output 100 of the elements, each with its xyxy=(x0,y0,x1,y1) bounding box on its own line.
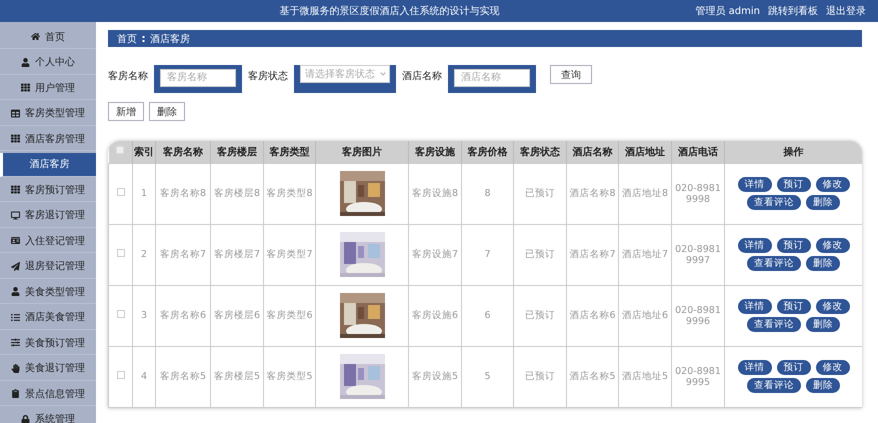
column-header: 客房状态 xyxy=(514,141,566,163)
column-header: 索引 xyxy=(132,141,156,163)
table-cell: 8 xyxy=(462,163,514,224)
column-header: 客房类型 xyxy=(264,141,316,163)
table-cell: 已预订 xyxy=(514,163,566,224)
table-cell: 1 xyxy=(132,163,156,224)
row-action-button[interactable]: 详情 xyxy=(738,238,772,253)
row-action-button[interactable]: 修改 xyxy=(816,360,850,375)
header-link[interactable]: 跳转到看板 xyxy=(768,4,818,18)
menu-icon xyxy=(11,312,20,322)
menu-icon xyxy=(21,414,30,423)
row-action-button[interactable]: 删除 xyxy=(806,378,840,393)
row-checkbox[interactable] xyxy=(116,188,124,196)
table-cell: 客房名称7 xyxy=(156,224,210,285)
table-cell: 客房设施8 xyxy=(408,163,462,224)
table-cell: 客房楼层5 xyxy=(210,346,264,407)
column-header: 酒店地址 xyxy=(618,141,672,163)
menu-icon xyxy=(11,134,20,143)
menu-icon xyxy=(11,262,20,270)
row-action-button[interactable]: 预订 xyxy=(776,177,810,192)
table-cell: 酒店名称7 xyxy=(566,224,618,285)
table-cell: 客房类型5 xyxy=(264,346,316,407)
table-cell: 客房类型6 xyxy=(264,285,316,346)
table-cell: 已预订 xyxy=(514,285,566,346)
breadcrumb-item[interactable]: 首页 xyxy=(117,32,137,46)
table-cell: 020-89819995 xyxy=(672,346,724,407)
row-action-button[interactable]: 修改 xyxy=(816,238,850,253)
table-cell: 酒店名称8 xyxy=(566,163,618,224)
row-action-button[interactable]: 查看评论 xyxy=(747,195,801,210)
sidebar-item[interactable]: 酒店客房 xyxy=(0,152,96,176)
table-cell: 客房类型7 xyxy=(264,224,316,285)
table-cell: 客房名称5 xyxy=(156,346,210,407)
table-cell: 酒店地址5 xyxy=(618,346,672,407)
menu-icon xyxy=(21,58,30,66)
separator-icon xyxy=(142,34,145,42)
table-cell: 客房楼层7 xyxy=(210,224,264,285)
table-cell: 客房楼层8 xyxy=(210,163,264,224)
column-header: 客房楼层 xyxy=(210,141,264,163)
user-label: 管理员 admin xyxy=(695,5,760,18)
row-checkbox[interactable] xyxy=(116,310,124,318)
chevron-icon xyxy=(380,71,386,77)
row-action-button[interactable]: 查看评论 xyxy=(747,256,801,271)
row-action-button[interactable]: 预订 xyxy=(776,238,810,253)
field-label: 客房名称 xyxy=(108,70,148,83)
row-action-button[interactable]: 详情 xyxy=(738,299,772,314)
row-action-button[interactable]: 删除 xyxy=(806,317,840,332)
table-cell: 已预订 xyxy=(514,224,566,285)
select-all-checkbox[interactable] xyxy=(116,146,124,154)
table-cell: 酒店名称6 xyxy=(566,285,618,346)
menu-icon xyxy=(11,236,20,245)
table-cell: 4 xyxy=(132,346,156,407)
column-header: 操作 xyxy=(724,141,862,163)
header-link[interactable]: 退出登录 xyxy=(826,4,866,18)
table-cell: 020-89819997 xyxy=(672,224,724,285)
row-action-button[interactable]: 删除 xyxy=(806,195,840,210)
table-cell: 2 xyxy=(132,224,156,285)
row-action-button[interactable]: 删除 xyxy=(806,256,840,271)
menu-icon xyxy=(11,364,20,372)
table-cell: 酒店地址8 xyxy=(618,163,672,224)
menu-icon xyxy=(11,210,20,220)
column-header: 酒店电话 xyxy=(672,141,724,163)
column-header: 酒店名称 xyxy=(566,141,618,163)
menu-icon xyxy=(11,287,20,296)
menu-icon xyxy=(11,389,20,398)
row-action-button[interactable]: 修改 xyxy=(816,299,850,314)
column-header: 客房图片 xyxy=(316,141,408,163)
row-action-button[interactable]: 查看评论 xyxy=(747,378,801,393)
menu-icon xyxy=(11,338,20,347)
row-action-button[interactable]: 查看评论 xyxy=(747,317,801,332)
row-action-button[interactable]: 预订 xyxy=(776,299,810,314)
table-cell: 酒店地址7 xyxy=(618,224,672,285)
row-checkbox[interactable] xyxy=(116,249,124,257)
query-button[interactable]: 查询 xyxy=(550,65,592,84)
action-button[interactable]: 删除 xyxy=(149,102,185,121)
table-cell: 020-89819996 xyxy=(672,285,724,346)
table-cell: 3 xyxy=(132,285,156,346)
row-action-button[interactable]: 详情 xyxy=(738,360,772,375)
menu-icon xyxy=(31,32,40,41)
table-cell: 客房设施7 xyxy=(408,224,462,285)
menu-icon xyxy=(11,185,20,194)
table-cell: 6 xyxy=(462,285,514,346)
table-cell: 客房类型8 xyxy=(264,163,316,224)
table-cell: 客房名称8 xyxy=(156,163,210,224)
row-action-button[interactable]: 预订 xyxy=(776,360,810,375)
row-checkbox[interactable] xyxy=(116,371,124,379)
table-cell: 7 xyxy=(462,224,514,285)
input-field[interactable]: 客房名称 xyxy=(160,68,236,86)
menu-icon xyxy=(21,83,30,92)
row-action-button[interactable]: 详情 xyxy=(738,177,772,192)
input-field[interactable]: 酒店名称 xyxy=(454,68,530,86)
column-header: 客房名称 xyxy=(156,141,210,163)
field-label: 客房状态 xyxy=(248,70,288,83)
table-cell: 5 xyxy=(462,346,514,407)
breadcrumb-item: 酒店客房 xyxy=(150,32,190,46)
column-header: 客房价格 xyxy=(462,141,514,163)
table-cell: 酒店名称5 xyxy=(566,346,618,407)
table-cell: 客房名称6 xyxy=(156,285,210,346)
table-cell: 已预订 xyxy=(514,346,566,407)
row-action-button[interactable]: 修改 xyxy=(816,177,850,192)
action-button[interactable]: 新增 xyxy=(108,102,144,121)
